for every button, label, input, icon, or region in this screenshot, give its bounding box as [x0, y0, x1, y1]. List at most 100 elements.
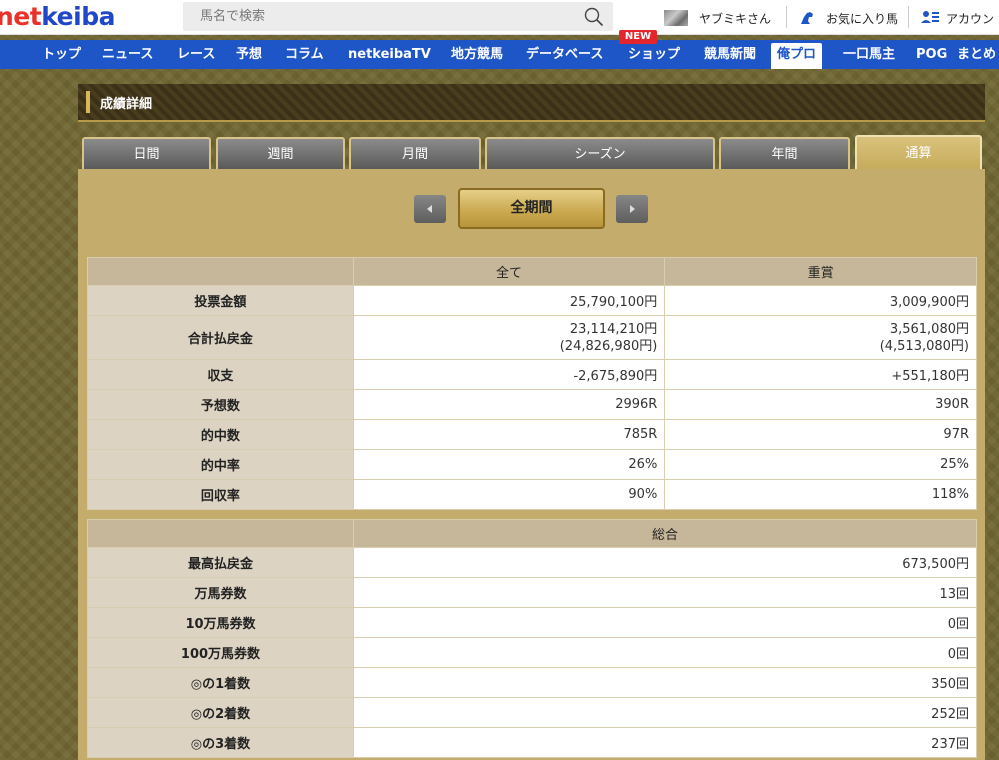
- row-label: 万馬券数: [87, 577, 354, 608]
- row-label: 10万馬券数: [87, 607, 354, 638]
- header-divider: [908, 6, 909, 28]
- row-label: 収支: [87, 359, 354, 390]
- value-grade: 97R: [664, 419, 977, 450]
- section-title: 成績詳細: [100, 97, 153, 112]
- search-input[interactable]: [183, 2, 573, 31]
- netkeiba-logo[interactable]: netkeiba: [0, 3, 115, 31]
- tab-weekly[interactable]: 週間: [216, 137, 345, 169]
- table-row: 合計払戻金 23,114,210円 (24,826,980円) 3,561,08…: [87, 315, 977, 360]
- value-overall: 0回: [353, 637, 977, 668]
- col-all-header: 全て: [352, 257, 666, 286]
- period-current: 全期間: [458, 188, 605, 229]
- row-label: 予想数: [87, 389, 354, 420]
- row-label: 的中数: [87, 419, 354, 450]
- main-nav: トップ ニュース レース 予想 コラム netkeibaTV 地方競馬 データベ…: [0, 40, 999, 69]
- value-overall: 350回: [353, 667, 977, 698]
- favorites-label: お気に入り馬: [826, 11, 899, 26]
- row-label: 100万馬券数: [87, 637, 354, 668]
- row-label: 合計払戻金: [87, 315, 354, 360]
- nav-shinbun[interactable]: 競馬新聞: [704, 40, 756, 69]
- overall-table: 総合 最高払戻金 673,500円 万馬券数 13回 10万馬券数 0回 100…: [87, 519, 977, 758]
- row-label: ◎の1着数: [87, 667, 354, 698]
- value-all-sub: (24,826,980円): [559, 338, 658, 354]
- horse-icon: [801, 12, 813, 24]
- row-label: 最高払戻金: [87, 547, 354, 578]
- value-grade-main: 3,561,080円: [889, 321, 969, 337]
- account-link[interactable]: アカウン: [921, 8, 994, 28]
- value-all: 90%: [352, 479, 666, 510]
- period-prev-button[interactable]: [414, 195, 446, 223]
- account-icon: [921, 11, 939, 23]
- account-label: アカウン: [946, 11, 995, 26]
- nav-hitokuchi[interactable]: 一口馬主: [843, 40, 895, 69]
- summary-header-row: 全て 重賞: [87, 257, 977, 286]
- nav-race[interactable]: レース: [177, 40, 215, 69]
- section-accent-bar: [86, 91, 90, 113]
- arrow-left-icon: [427, 205, 432, 213]
- favorites-link[interactable]: お気に入り馬: [798, 8, 898, 28]
- row-label: 的中率: [87, 449, 354, 480]
- col-grade-header: 重賞: [664, 257, 977, 286]
- value-grade: 3,561,080円 (4,513,080円): [664, 315, 977, 360]
- section-header: 成績詳細: [78, 84, 985, 122]
- summary-table: 全て 重賞 投票金額 25,790,100円 3,009,900円 合計払戻金 …: [87, 257, 977, 510]
- search-box: [183, 2, 613, 31]
- value-all: 26%: [352, 449, 666, 480]
- row-label: 回収率: [87, 479, 354, 510]
- value-grade: +551,180円: [664, 359, 977, 390]
- nav-netkeibatv[interactable]: netkeibaTV: [348, 40, 431, 69]
- header-blank: [87, 519, 354, 548]
- value-all: -2,675,890円: [352, 359, 666, 390]
- nav-pog[interactable]: POG: [916, 40, 947, 69]
- tab-yearly[interactable]: 年間: [719, 137, 850, 169]
- nav-shop[interactable]: ショップ: [628, 40, 680, 69]
- value-all-main: 23,114,210円: [569, 321, 658, 337]
- value-all: 785R: [352, 419, 666, 450]
- table-row: 投票金額 25,790,100円 3,009,900円: [87, 285, 977, 316]
- new-badge: NEW: [619, 30, 657, 44]
- tab-total[interactable]: 通算: [855, 135, 982, 171]
- value-grade: 25%: [664, 449, 977, 480]
- table-row: ◎の1着数 350回: [87, 667, 977, 698]
- user-avatar: [664, 10, 688, 26]
- value-overall: 237回: [353, 727, 977, 758]
- tab-season[interactable]: シーズン: [485, 137, 715, 169]
- col-overall-header: 総合: [353, 519, 977, 548]
- search-icon[interactable]: [583, 6, 605, 28]
- user-menu[interactable]: ヤブミキさん: [664, 8, 771, 28]
- table-row: ◎の2着数 252回: [87, 697, 977, 728]
- nav-column[interactable]: コラム: [285, 40, 324, 69]
- tab-daily[interactable]: 日間: [82, 137, 211, 169]
- value-overall: 252回: [353, 697, 977, 728]
- period-next-button[interactable]: [616, 195, 648, 223]
- table-row: 最高払戻金 673,500円: [87, 547, 977, 578]
- table-row: 万馬券数 13回: [87, 577, 977, 608]
- nav-yoso[interactable]: 予想: [236, 40, 262, 69]
- table-row: 的中率 26% 25%: [87, 449, 977, 480]
- table-row: 収支 -2,675,890円 +551,180円: [87, 359, 977, 390]
- table-row: ◎の3着数 237回: [87, 727, 977, 758]
- header-blank: [87, 257, 354, 286]
- row-label: ◎の2着数: [87, 697, 354, 728]
- table-row: 回収率 90% 118%: [87, 479, 977, 510]
- nav-news[interactable]: ニュース: [102, 40, 153, 69]
- row-label: 投票金額: [87, 285, 354, 316]
- value-all: 25,790,100円: [352, 285, 666, 316]
- value-grade: 390R: [664, 389, 977, 420]
- value-grade-sub: (4,513,080円): [879, 338, 969, 354]
- nav-database[interactable]: データベース: [526, 40, 603, 69]
- value-all: 2996R: [352, 389, 666, 420]
- nav-orepro[interactable]: 俺プロ: [771, 43, 823, 69]
- nav-top[interactable]: トップ: [42, 40, 81, 69]
- value-grade: 3,009,900円: [664, 285, 977, 316]
- nav-matome[interactable]: まとめ: [957, 40, 996, 69]
- table-row: 100万馬券数 0回: [87, 637, 977, 668]
- value-all: 23,114,210円 (24,826,980円): [352, 315, 666, 360]
- tab-monthly[interactable]: 月間: [349, 137, 481, 169]
- value-grade: 118%: [664, 479, 977, 510]
- table-row: 的中数 785R 97R: [87, 419, 977, 450]
- nav-chiho[interactable]: 地方競馬: [451, 40, 503, 69]
- user-name: ヤブミキさん: [699, 11, 772, 26]
- overall-header-row: 総合: [87, 519, 977, 548]
- value-overall: 673,500円: [353, 547, 977, 578]
